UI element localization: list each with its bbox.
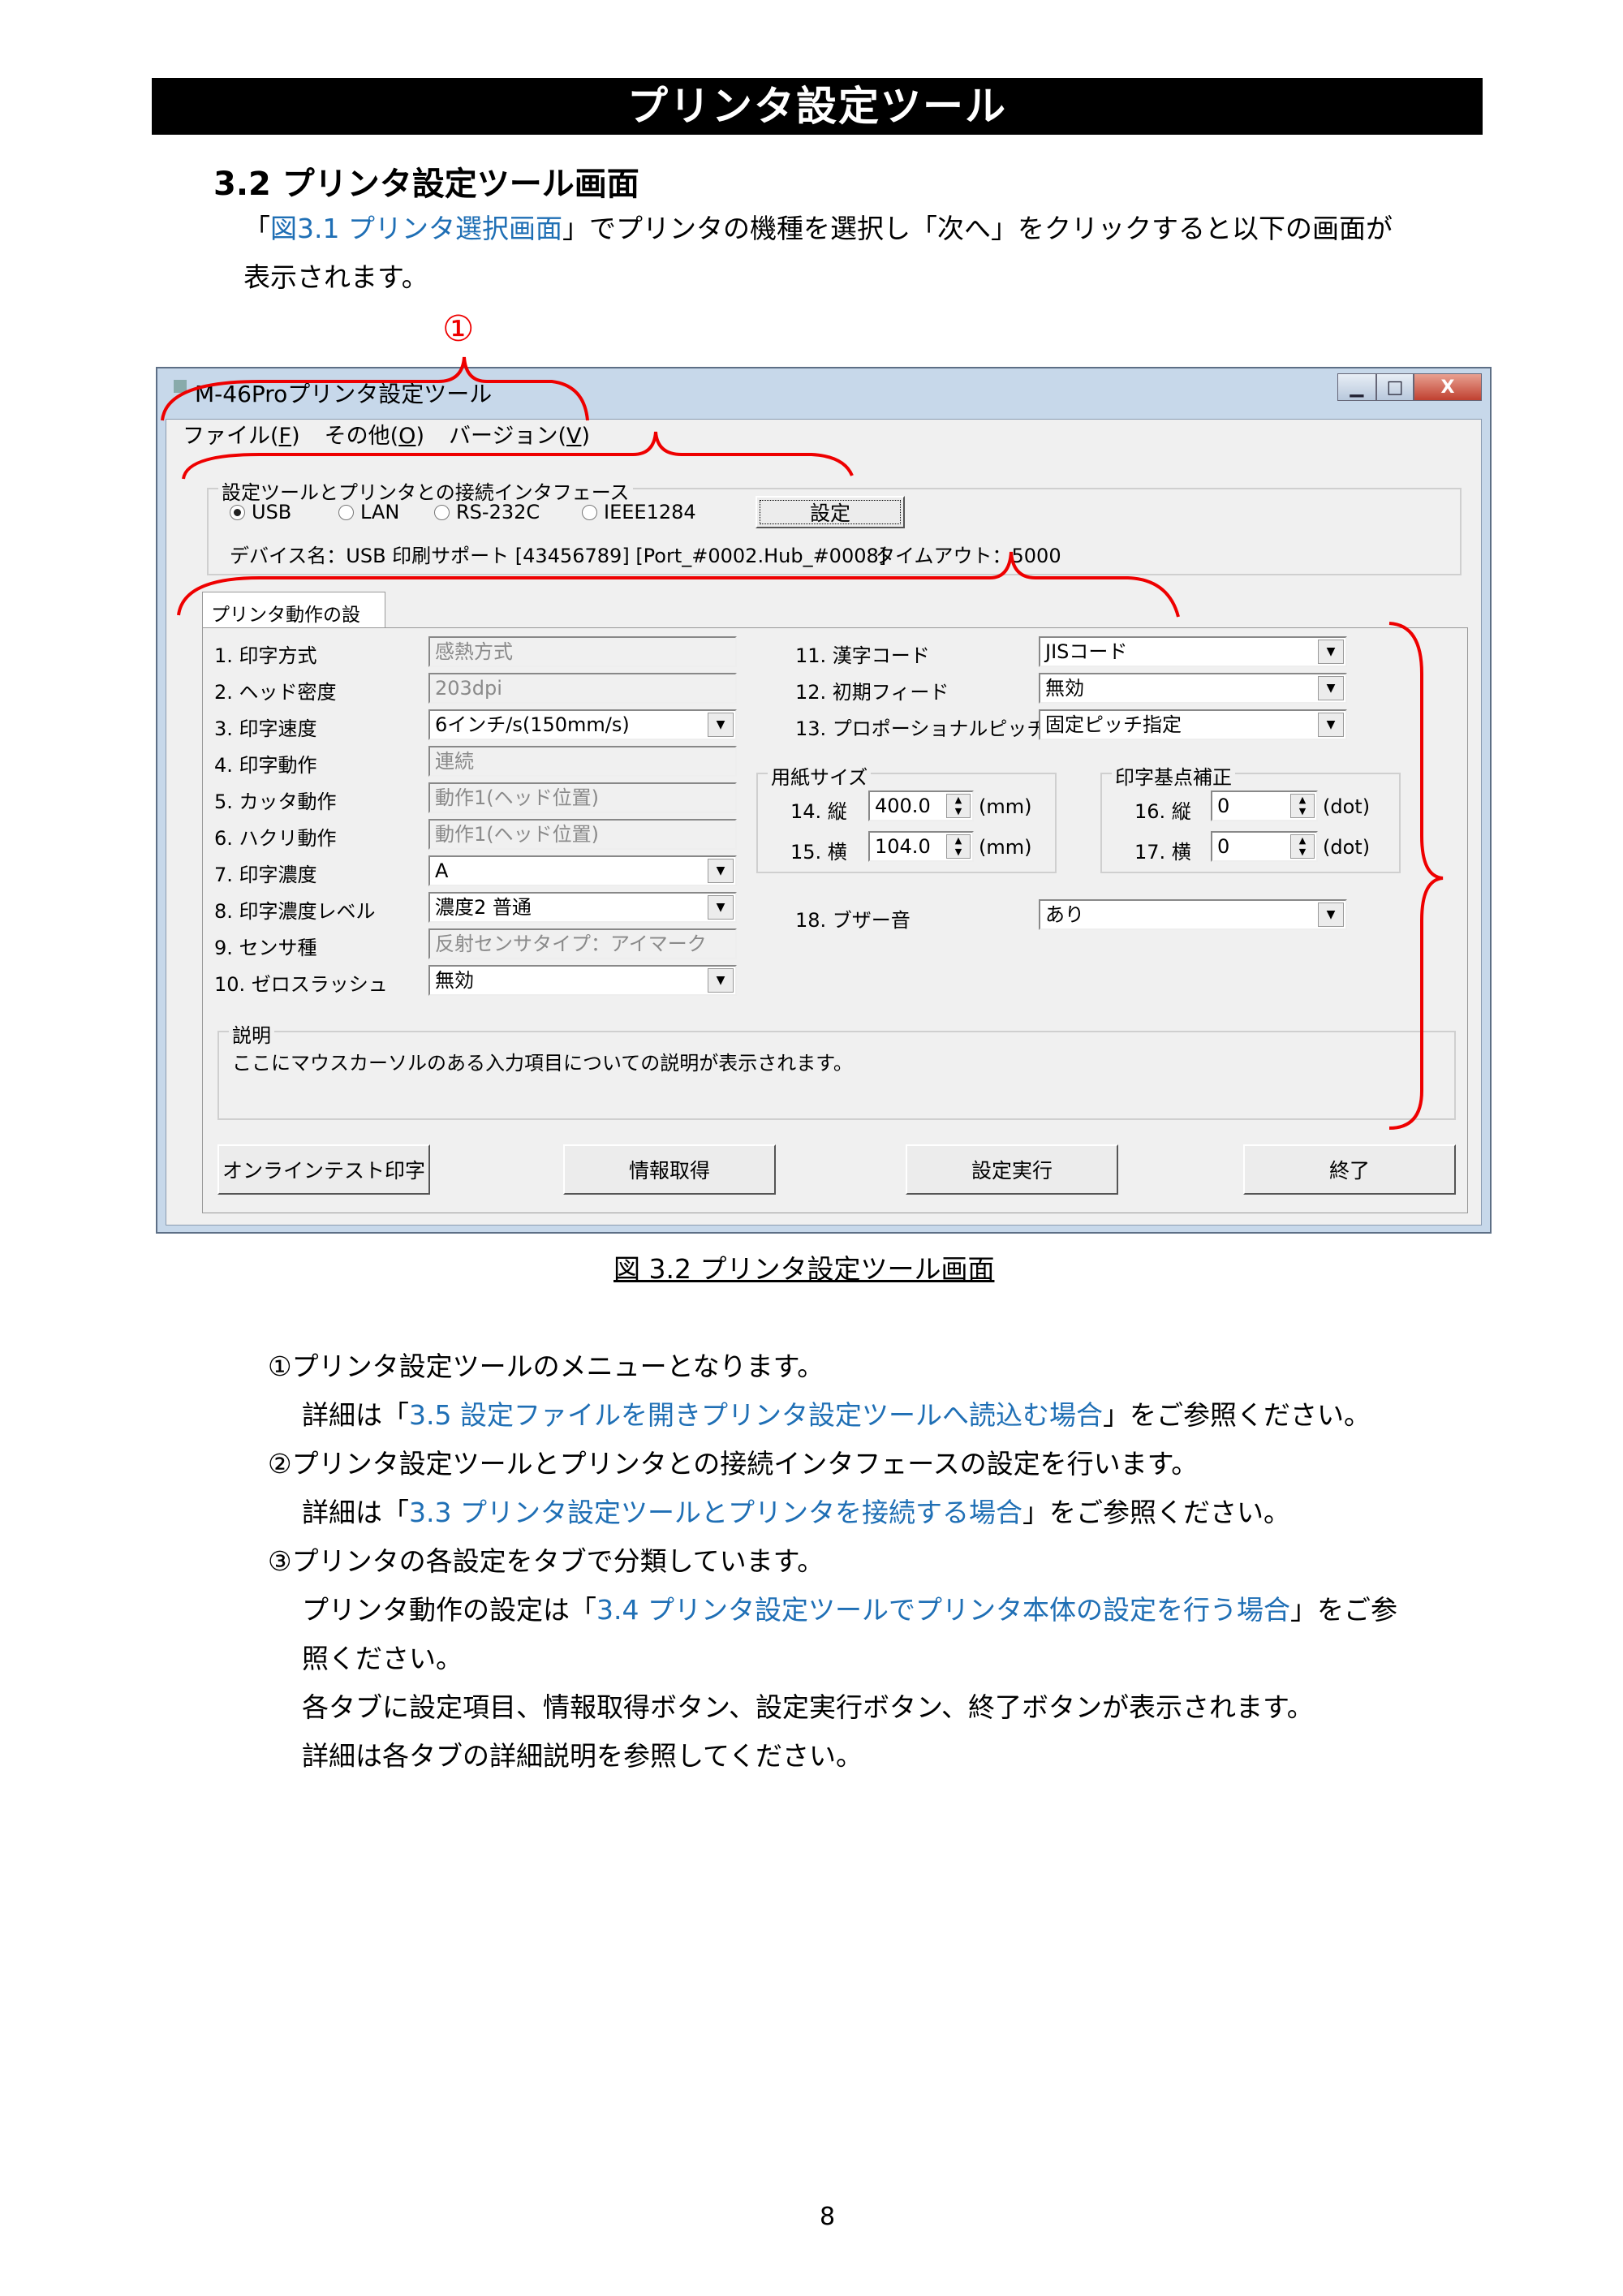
link-3-3[interactable]: 3.3 プリンタ設定ツールとプリンタを接続する場合 — [409, 1497, 1022, 1528]
note-2: ②プリンタ設定ツールとプリンタとの接続インタフェースの設定を行います。 — [268, 1448, 1199, 1480]
note-3-line-b: 照ください。 — [302, 1643, 463, 1674]
note-3-line-c: 各タブに設定項目、情報取得ボタン、設定実行ボタン、終了ボタンが表示されます。 — [302, 1691, 1314, 1723]
note-2-detail: 詳細は「3.3 プリンタ設定ツールとプリンタを接続する場合」をご参照ください。 — [302, 1497, 1290, 1528]
figure-caption: 図 3.2 プリンタ設定ツール画面 — [613, 1253, 995, 1285]
link-3-5[interactable]: 3.5 設定ファイルを開きプリンタ設定ツールへ読込む場合 — [409, 1399, 1103, 1431]
link-3-4[interactable]: 3.4 プリンタ設定ツールでプリンタ本体の設定を行う場合 — [596, 1594, 1290, 1626]
note-1-detail: 詳細は「3.5 設定ファイルを開きプリンタ設定ツールへ読込む場合」をご参照くださ… — [302, 1399, 1371, 1431]
note-3: ③プリンタの各設定をタブで分類しています。 — [268, 1545, 824, 1577]
note-3-line-d: 詳細は各タブの詳細説明を参照してください。 — [302, 1740, 863, 1772]
page-number: 8 — [820, 2203, 836, 2231]
note-3-line-a: プリンタ動作の設定は「3.4 プリンタ設定ツールでプリンタ本体の設定を行う場合」… — [302, 1594, 1397, 1626]
annotation-brackets — [161, 356, 1444, 1130]
note-1: ①プリンタ設定ツールのメニューとなります。 — [268, 1350, 824, 1382]
